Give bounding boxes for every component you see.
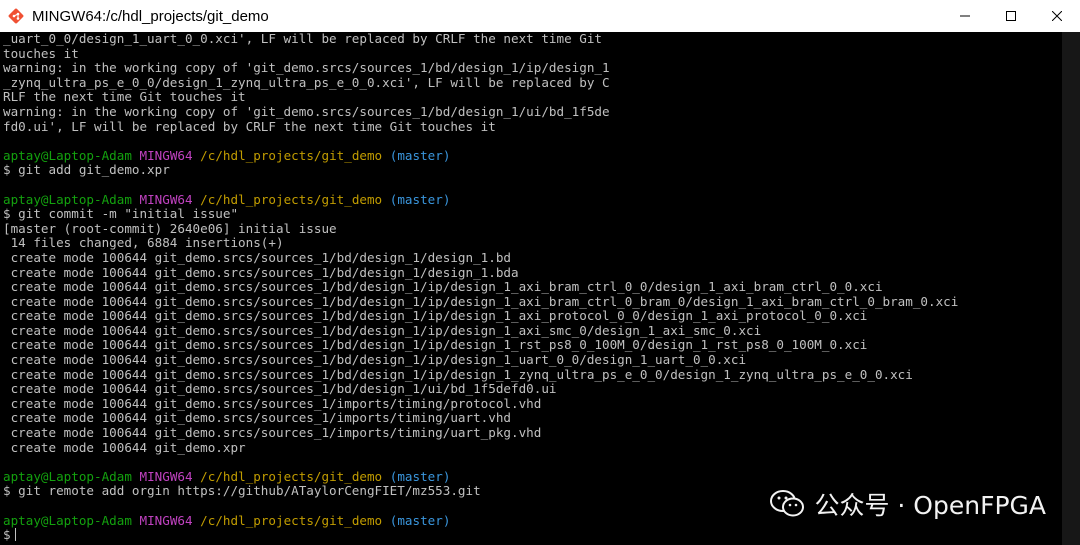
output-line: warning: in the working copy of 'git_dem…: [3, 103, 610, 119]
prompt-symbol: $: [3, 527, 11, 543]
output-line: create mode 100644 git_demo.xpr: [3, 439, 246, 455]
prompt-path: /c/hdl_projects/git_demo: [200, 191, 383, 207]
command-input-line[interactable]: $: [3, 527, 1062, 543]
output-line: create mode 100644 git_demo.srcs/sources…: [3, 264, 519, 280]
output-line: 14 files changed, 6884 insertions(+): [3, 235, 284, 251]
prompt-user: aptay@Laptop-Adam: [3, 468, 132, 484]
output-line: $ git add git_demo.xpr: [3, 162, 170, 178]
output-line: create mode 100644 git_demo.srcs/sources…: [3, 352, 747, 368]
prompt-branch: (master): [389, 147, 451, 163]
window-controls: [942, 0, 1080, 32]
prompt-path: /c/hdl_projects/git_demo: [200, 512, 383, 528]
prompt-path: /c/hdl_projects/git_demo: [200, 468, 383, 484]
prompt-branch: (master): [389, 191, 451, 207]
output-line: create mode 100644 git_demo.srcs/sources…: [3, 293, 959, 309]
output-line: create mode 100644 git_demo.srcs/sources…: [3, 322, 762, 338]
output-line: _zynq_ultra_ps_e_0_0/design_1_zynq_ultra…: [3, 74, 610, 90]
output-line: create mode 100644 git_demo.srcs/sources…: [3, 395, 542, 411]
prompt-system: MINGW64: [139, 147, 193, 163]
prompt-line: aptay@Laptop-Adam MINGW64 /c/hdl_project…: [3, 468, 1062, 485]
prompt-branch: (master): [389, 512, 451, 528]
output-line: fd0.ui', LF will be replaced by CRLF the…: [3, 118, 496, 134]
prompt-user: aptay@Laptop-Adam: [3, 191, 132, 207]
output-line: create mode 100644 git_demo.srcs/sources…: [3, 337, 868, 353]
close-button[interactable]: [1034, 0, 1080, 32]
prompt-path: /c/hdl_projects/git_demo: [200, 147, 383, 163]
output-line: create mode 100644 git_demo.srcs/sources…: [3, 381, 557, 397]
window-title: MINGW64:/c/hdl_projects/git_demo: [32, 7, 269, 25]
maximize-button[interactable]: [988, 0, 1034, 32]
git-icon: [8, 8, 24, 24]
output-line: create mode 100644 git_demo.srcs/sources…: [3, 249, 511, 265]
prompt-user: aptay@Laptop-Adam: [3, 147, 132, 163]
output-line: create mode 100644 git_demo.srcs/sources…: [3, 366, 913, 382]
output-line: RLF the next time Git touches it: [3, 89, 246, 105]
output-line: create mode 100644 git_demo.srcs/sources…: [3, 279, 883, 295]
output-line: touches it: [3, 45, 79, 61]
vertical-scrollbar[interactable]: [1062, 32, 1080, 545]
output-line: $ git commit -m "initial issue": [3, 206, 239, 222]
minimize-icon: [960, 15, 970, 17]
prompt-user: aptay@Laptop-Adam: [3, 512, 132, 528]
terminal-output[interactable]: _uart_0_0/design_1_uart_0_0.xci', LF wil…: [0, 32, 1062, 545]
prompt-line: aptay@Laptop-Adam MINGW64 /c/hdl_project…: [3, 191, 1062, 208]
minimize-button[interactable]: [942, 0, 988, 32]
title-bar: MINGW64:/c/hdl_projects/git_demo: [0, 0, 1080, 32]
text-cursor: [14, 528, 16, 542]
wechat-icon: [770, 489, 806, 519]
close-icon: [1052, 11, 1062, 21]
output-line: create mode 100644 git_demo.srcs/sources…: [3, 425, 542, 441]
output-line: [master (root-commit) 2640e06] initial i…: [3, 220, 337, 236]
watermark-text: 公众号 · OpenFPGA: [814, 491, 1046, 520]
output-line: create mode 100644 git_demo.srcs/sources…: [3, 410, 511, 426]
maximize-icon: [1006, 11, 1016, 21]
output-line: create mode 100644 git_demo.srcs/sources…: [3, 308, 868, 324]
prompt-line: aptay@Laptop-Adam MINGW64 /c/hdl_project…: [3, 147, 1062, 164]
prompt-system: MINGW64: [139, 468, 193, 484]
prompt-system: MINGW64: [139, 191, 193, 207]
output-line: _uart_0_0/design_1_uart_0_0.xci', LF wil…: [3, 32, 602, 46]
output-line: warning: in the working copy of 'git_dem…: [3, 60, 610, 76]
prompt-branch: (master): [389, 468, 451, 484]
prompt-system: MINGW64: [139, 512, 193, 528]
watermark: 公众号 · OpenFPGA: [770, 486, 1046, 522]
